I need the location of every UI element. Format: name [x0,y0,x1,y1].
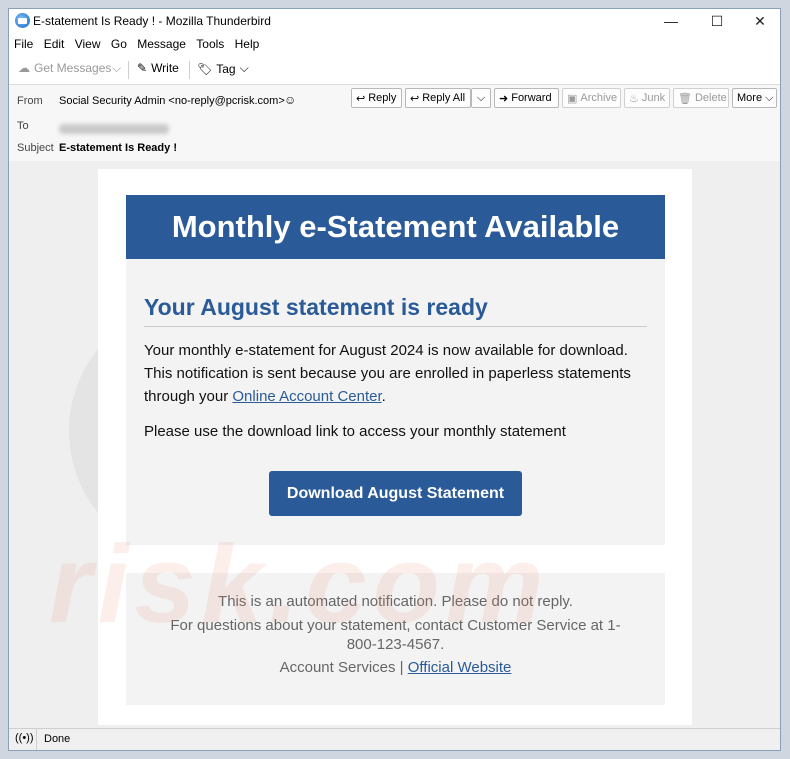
write-button[interactable]: ✎ Write [137,61,179,75]
account-services-text: Account Services | [279,659,408,676]
to-label: To [17,120,29,132]
from-label: From [17,95,43,107]
chevron-down-icon: ⌵ [239,61,249,75]
footer-links: Account Services | Official Website [126,659,665,676]
get-messages-label: Get Messages [34,61,112,75]
more-button[interactable]: More ⌵ [732,88,777,108]
activity-icon[interactable]: ((•)) [15,732,34,744]
pencil-icon: ✎ [137,61,148,75]
status-text: Done [44,733,71,745]
junk-flame-icon: ♨ [629,92,639,105]
get-messages-button[interactable]: ☁ Get Messages [18,61,111,75]
thunderbird-window: E-statement Is Ready ! - Mozilla Thunder… [8,8,781,751]
chevron-down-icon: ⌵ [765,91,774,104]
subject-label: Subject [17,142,54,154]
reply-all-icon: ↩ [410,92,420,105]
subject-value: E-statement Is Ready ! [59,142,177,154]
write-label: Write [151,61,179,75]
divider [144,326,647,327]
close-button[interactable]: ✕ [738,9,780,33]
minimize-button[interactable]: — [649,9,693,33]
toolbar-separator [128,61,129,79]
to-value-redacted [59,124,169,134]
watermark-text: risk.com [49,523,550,646]
reply-icon: ↩ [356,92,366,105]
delete-button[interactable]: 🗑 Delete [673,88,729,108]
online-account-center-link[interactable]: Online Account Center [232,388,381,405]
title-bar: E-statement Is Ready ! - Mozilla Thunder… [9,9,780,33]
reply-label: Reply [368,92,397,104]
delete-label: Delete [694,92,727,104]
junk-label: Junk [641,92,666,104]
download-statement-button[interactable]: Download August Statement [269,471,522,516]
chevron-down-icon: ⌵ [476,91,486,104]
email-banner: Monthly e-Statement Available [126,195,665,259]
forward-icon: ➜ [499,92,509,105]
maximize-button[interactable]: ☐ [695,9,739,33]
menu-edit[interactable]: Edit [44,34,65,51]
menu-go[interactable]: Go [111,34,127,51]
trash-icon: 🗑 [678,92,692,105]
menu-file[interactable]: File [14,34,33,51]
email-heading: Your August statement is ready [144,294,488,320]
official-website-link[interactable]: Official Website [408,659,512,676]
contact-icon[interactable]: ☺ [284,93,296,107]
reply-all-dropdown[interactable]: ⌵ [471,88,491,108]
thunderbird-app-icon [15,13,30,28]
more-label: More [737,92,763,104]
get-messages-dropdown[interactable]: ⌵ [112,61,121,76]
archive-label: Archive [580,92,618,104]
archive-icon: ▣ [567,92,578,105]
menu-view[interactable]: View [75,34,101,51]
junk-button[interactable]: ♨ Junk [624,88,670,108]
status-separator [36,729,37,750]
forward-label: Forward [511,92,552,104]
reply-all-label: Reply All [422,92,466,104]
menu-bar: File Edit View Go Message Tools Help [9,34,780,54]
message-header-pane: From Social Security Admin <no-reply@pcr… [9,84,780,162]
tag-icon: 🏷 [197,61,213,76]
status-bar: ((•)) Done [9,728,780,750]
tag-label: Tag [216,61,236,76]
main-toolbar: ☁ Get Messages ⌵ ✎ Write 🏷 Tag ⌵ [9,57,780,81]
tag-button[interactable]: 🏷 Tag ⌵ [197,61,249,76]
from-value[interactable]: Social Security Admin <no-reply@pcrisk.c… [59,95,285,107]
email-paragraph-2: Please use the download link to access y… [144,423,566,440]
message-body: Monthly e-Statement Available Your Augus… [9,161,780,731]
download-cloud-icon: ☁ [18,61,30,75]
reply-all-button[interactable]: ↩ Reply All [405,88,471,108]
toolbar-separator [189,61,190,79]
email-main-section: Your August statement is ready Your mont… [126,259,665,545]
menu-tools[interactable]: Tools [196,34,224,51]
menu-help[interactable]: Help [235,34,260,51]
menu-message[interactable]: Message [137,34,186,51]
chevron-down-icon: ⌵ [112,61,122,75]
email-paragraph-1: Your monthly e-statement for August 2024… [144,339,654,408]
forward-button[interactable]: ➜ Forward [494,88,559,108]
reply-button[interactable]: ↩ Reply [351,88,402,108]
paragraph-1-text: Your monthly e-statement for August 2024… [144,342,631,405]
paragraph-1-end: . [381,388,386,405]
archive-button[interactable]: ▣ Archive [562,88,621,108]
window-title: E-statement Is Ready ! - Mozilla Thunder… [33,14,271,28]
